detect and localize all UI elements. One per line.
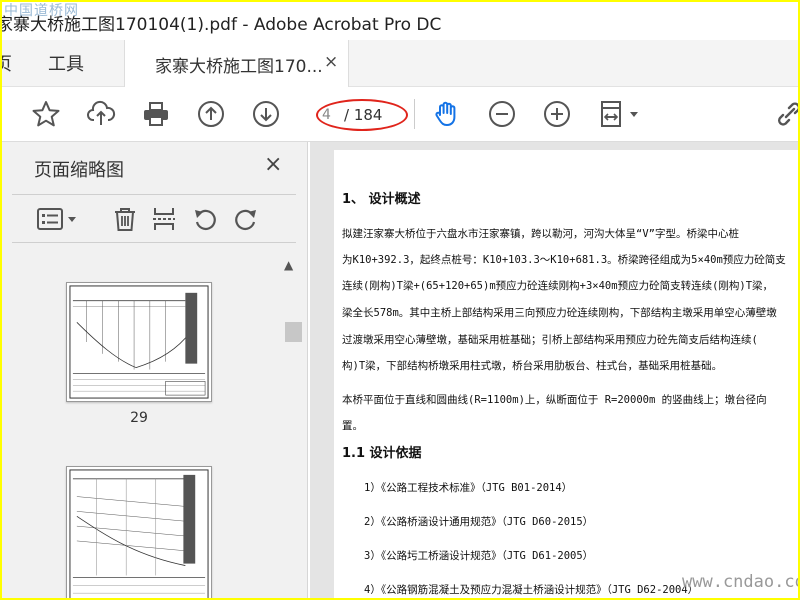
reference-item: 1）《公路工程技术标准》（JTG B01-2014） (364, 482, 573, 494)
reference-item: 4）《公路钢筋混凝土及预应力混凝土桥涵设计规范》（JTG D62-2004） (364, 584, 699, 596)
thumbnails-panel: 页面缩略图 × ▲ 29 (2, 142, 308, 598)
panel-divider (12, 194, 296, 195)
subsection-heading: 1.1 设计依据 (342, 446, 422, 461)
panel-toolbar (32, 202, 292, 238)
insert-page-icon[interactable] (149, 204, 179, 234)
thumbnail-page-label: 29 (130, 410, 148, 426)
tab-bar: 页 工具 家寨大桥施工图170... × (2, 40, 798, 87)
delete-icon[interactable] (110, 204, 140, 234)
page-number-box[interactable]: 4 / 184 (308, 99, 408, 131)
red-highlight-oval (316, 99, 408, 131)
zoom-out-icon[interactable] (485, 97, 519, 131)
link-icon[interactable] (772, 97, 798, 131)
rotate-left-icon[interactable] (190, 204, 220, 234)
paragraph-line: 本桥平面位于直线和圆曲线(R=1100m)上，纵断面位于 R=20000m 的竖… (342, 394, 767, 406)
paragraph-line: 置。 (342, 420, 363, 432)
scroll-up-icon[interactable]: ▲ (284, 258, 293, 272)
paragraph-line: 连续(刚构)T梁+(65+120+65)m预应力砼连续刚构+3×40m预应力砼简… (342, 280, 774, 292)
star-icon[interactable] (29, 97, 63, 131)
pdf-page: 1、 设计概述 拟建汪家寨大桥位于六盘水市汪家寨镇，跨以勒河，河沟大体呈“V”字… (334, 150, 798, 598)
thumbnail-options-icon[interactable] (36, 204, 80, 234)
fit-page-icon[interactable] (596, 97, 644, 131)
panel-title: 页面缩略图 (34, 160, 124, 181)
toolbar: 4 / 184 (2, 87, 798, 142)
hand-icon[interactable] (429, 97, 463, 131)
page-down-icon[interactable] (249, 97, 283, 131)
paragraph-line: 过渡墩采用空心薄壁墩，基础采用桩基础；引桥上部结构采用预应力砼先简支后结构连续( (342, 334, 758, 346)
watermark-top-left: 中国道桥网 (4, 3, 79, 19)
panel-scrollbar-thumb[interactable] (285, 322, 302, 342)
reference-item: 2）《公路桥涵设计通用规范》（JTG D60-2015） (364, 516, 594, 528)
panel-close-icon[interactable]: × (264, 152, 282, 177)
tab-home[interactable]: 页 (2, 50, 12, 76)
zoom-in-icon[interactable] (540, 97, 574, 131)
upload-icon[interactable] (84, 97, 118, 131)
title-bar: 家寨大桥施工图170104(1).pdf - Adobe Acrobat Pro… (2, 2, 798, 40)
page-thumbnail[interactable] (66, 466, 212, 598)
paragraph-line: 拟建汪家寨大桥位于六盘水市汪家寨镇，跨以勒河，河沟大体呈“V”字型。桥梁中心桩 (342, 228, 739, 240)
document-view[interactable]: 1、 设计概述 拟建汪家寨大桥位于六盘水市汪家寨镇，跨以勒河，河沟大体呈“V”字… (310, 142, 798, 598)
rotate-right-icon[interactable] (231, 204, 261, 234)
reference-item: 3）《公路圬工桥涵设计规范》（JTG D61-2005） (364, 550, 594, 562)
tab-tools[interactable]: 工具 (48, 50, 84, 76)
paragraph-line: 构)T梁，下部结构桥墩采用柱式墩，桥台采用肋板台、柱式台，基础采用桩基础。 (342, 360, 723, 372)
section-heading: 1、 设计概述 (342, 192, 421, 207)
page-thumbnail[interactable] (66, 282, 212, 402)
tab-close-icon[interactable]: × (324, 52, 338, 72)
paragraph-line: 梁全长578m。其中主桥上部结构采用三向预应力砼连续刚构，下部结构主墩采用单空心… (342, 307, 777, 319)
toolbar-divider (414, 99, 415, 129)
acrobat-window: 家寨大桥施工图170104(1).pdf - Adobe Acrobat Pro… (2, 2, 798, 598)
page-up-icon[interactable] (194, 97, 228, 131)
tab-document-label: 家寨大桥施工图170... (155, 57, 323, 77)
tab-document[interactable]: 家寨大桥施工图170... × (124, 40, 349, 87)
panel-divider-2 (12, 242, 296, 243)
paragraph-line: 为K10+392.3，起终点桩号：K10+103.3～K10+681.3。桥梁跨… (342, 254, 786, 266)
print-icon[interactable] (139, 97, 173, 131)
watermark-bottom-right: www.cndao.com (682, 572, 798, 592)
